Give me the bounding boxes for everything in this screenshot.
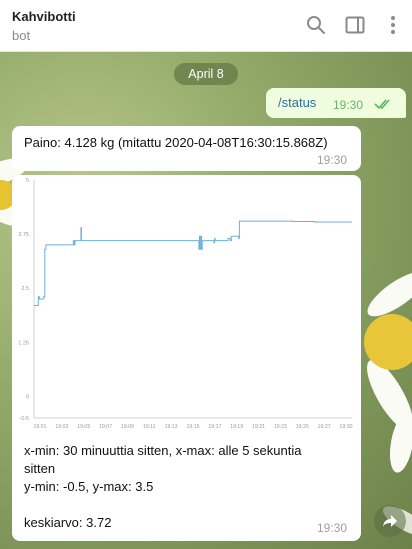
series-line xyxy=(34,220,352,306)
weight-chart-svg: 5 3.75 2.5 1.25 0 -0.5 19:01 19:03 19:05 19:07 19:… xyxy=(18,178,353,430)
y-tick-label: 3.75 xyxy=(18,232,29,238)
chat-subtitle: bot xyxy=(12,28,31,43)
wallpaper-petal xyxy=(385,411,412,475)
y-tick-label: 2.5 xyxy=(21,286,29,292)
x-tick-label: 19:15 xyxy=(187,424,200,430)
more-vert-icon[interactable] xyxy=(382,14,404,36)
x-tick-label: 19:09 xyxy=(121,424,134,430)
search-icon[interactable] xyxy=(305,14,327,36)
weight-message[interactable]: Paino: 4.128 kg (mitattu 2020-04-08T16:3… xyxy=(12,126,361,171)
y-tick-label: 0 xyxy=(26,394,29,400)
x-tick-label: 19:23 xyxy=(274,424,287,430)
message-time: 19:30 xyxy=(317,521,348,535)
x-tick-label: 19:13 xyxy=(165,424,178,430)
stats-line-xrange-cont[interactable]: sitten xyxy=(24,460,55,478)
x-tick-label: 19:05 xyxy=(77,424,90,430)
y-tick-label: -0.5 xyxy=(20,416,29,422)
x-tick-label: 19:01 xyxy=(34,424,47,430)
weight-chart[interactable]: 5 3.75 2.5 1.25 0 -0.5 19:01 19:03 19:05 19:07 19:… xyxy=(12,176,361,438)
stats-line-xrange[interactable]: x-min: 30 minuuttia sitten, x-max: alle … xyxy=(24,442,301,460)
x-tick-label: 19:17 xyxy=(208,424,221,430)
outgoing-message[interactable]: /status 19:30 xyxy=(266,88,406,118)
message-text[interactable]: /status xyxy=(278,95,316,110)
stats-line-average[interactable]: keskiarvo: 3.72 xyxy=(24,514,111,532)
forward-icon[interactable] xyxy=(374,505,406,537)
x-tick-label: 19:11 xyxy=(143,424,156,430)
y-tick-label: 1.25 xyxy=(18,340,29,346)
x-tick-label: 19:30 xyxy=(340,424,353,430)
x-tick-label: 19:27 xyxy=(318,424,331,430)
message-time: 19:30 xyxy=(333,98,364,112)
x-tick-label: 19:21 xyxy=(252,424,265,430)
message-text[interactable]: Paino: 4.128 kg (mitattu 2020-04-08T16:3… xyxy=(24,134,328,152)
x-tick-label: 19:25 xyxy=(296,424,309,430)
message-time: 19:30 xyxy=(317,153,348,167)
double-check-icon xyxy=(374,97,394,115)
x-tick-label: 19:19 xyxy=(230,424,243,430)
chat-title[interactable]: Kahvibotti xyxy=(12,9,76,24)
x-tick-label: 19:03 xyxy=(55,424,68,430)
wallpaper-flower-center xyxy=(364,314,412,370)
stats-line-yrange[interactable]: y-min: -0.5, y-max: 3.5 xyxy=(24,478,153,496)
chat-header: Kahvibotti bot xyxy=(0,0,412,52)
x-tick-label: 19:07 xyxy=(99,424,112,430)
sidebar-toggle-icon[interactable] xyxy=(344,14,366,36)
date-chip: April 8 xyxy=(174,63,238,85)
y-tick-label: 5 xyxy=(26,178,29,184)
